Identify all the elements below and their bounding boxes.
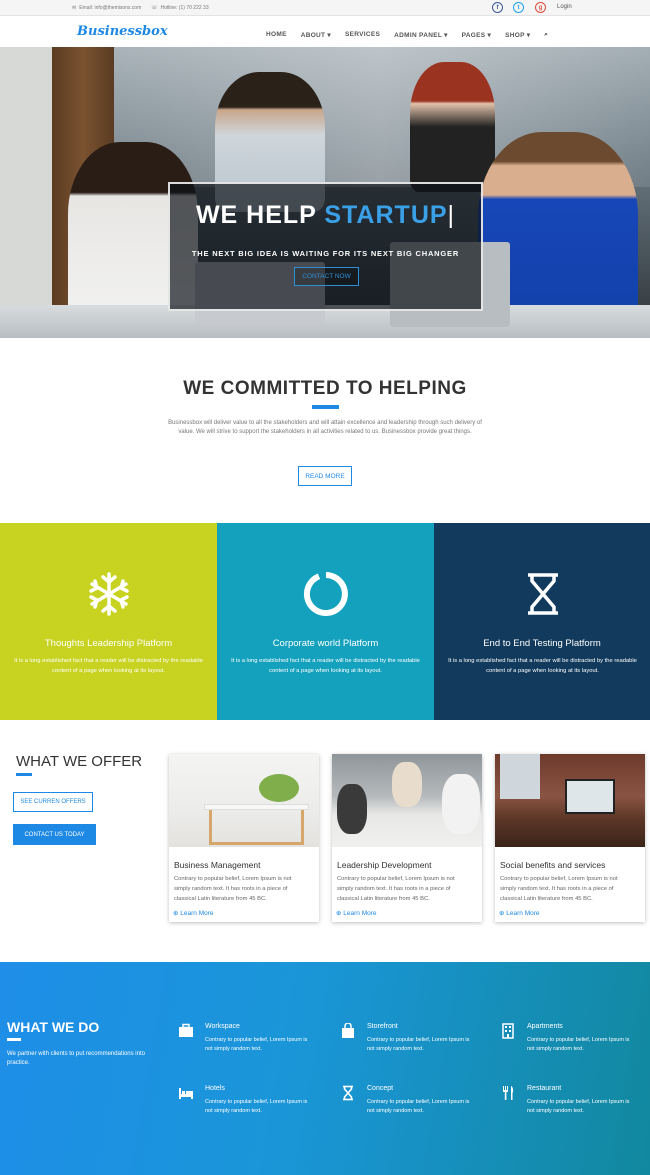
feature-text: It is a long established fact that a rea… bbox=[14, 658, 203, 674]
committed-section: WE COMMITTED TO HELPING Businessbox will… bbox=[0, 338, 650, 523]
shopping-bag-icon bbox=[342, 1023, 354, 1038]
menu: HOME ABOUT ▾ SERVICES ADMIN PANEL ▾ PAGE… bbox=[266, 31, 562, 39]
feature-card: Thoughts Leadership Platform It is a lon… bbox=[0, 523, 217, 720]
feature-title: Thoughts Leadership Platform bbox=[44, 638, 173, 649]
email-info: ✉ Email: info@themisons.com bbox=[72, 5, 142, 11]
phone-icon: ☏ bbox=[151, 5, 158, 11]
feature-card: Corporate world Platform It is a long es… bbox=[217, 523, 434, 720]
nav-item-about[interactable]: ABOUT ▾ bbox=[301, 31, 331, 39]
contact-us-button[interactable]: CONTACT US TODAY bbox=[13, 824, 96, 845]
hourglass-icon bbox=[528, 573, 558, 615]
service-title: Concept bbox=[367, 1085, 394, 1092]
service-text: Contrary to popular belief, Lorem Ipsum … bbox=[527, 1037, 630, 1052]
service-text: Contrary to popular belief, Lorem Ipsum … bbox=[367, 1099, 470, 1114]
snowflake-icon bbox=[89, 572, 129, 616]
section-title: WHAT WE DO bbox=[7, 1019, 100, 1035]
briefcase-icon bbox=[179, 1023, 193, 1037]
page: WWW.DOWNDEMO.COM WWW.DOWNDEMO.COM WWW.DO… bbox=[0, 0, 650, 1175]
building-icon bbox=[502, 1023, 514, 1039]
service-title: Hotels bbox=[205, 1085, 225, 1092]
cutlery-icon bbox=[503, 1086, 514, 1100]
search-icon[interactable]: ⌕ bbox=[544, 31, 548, 39]
learn-more-link[interactable]: ⊕ Learn More bbox=[336, 909, 377, 917]
circle-icon bbox=[303, 572, 348, 616]
card-image-person bbox=[392, 762, 422, 807]
card-image-person bbox=[337, 784, 367, 834]
service-title: Storefront bbox=[367, 1023, 398, 1030]
nav-item-services[interactable]: SERVICES bbox=[345, 31, 380, 39]
offer-card[interactable]: Business Management Contrary to popular … bbox=[169, 754, 319, 922]
service-title: Restaurant bbox=[527, 1085, 562, 1092]
hero-person bbox=[410, 62, 495, 192]
what-we-do-section: WHAT WE DO We partner with clients to pu… bbox=[0, 962, 650, 1175]
card-image bbox=[495, 754, 645, 847]
facebook-icon[interactable]: f bbox=[492, 2, 503, 13]
service-title: Workspace bbox=[205, 1023, 240, 1030]
offer-section: WHAT WE OFFER SEE CURREN OFFERS CONTACT … bbox=[0, 720, 650, 962]
see-offers-button[interactable]: SEE CURREN OFFERS bbox=[13, 792, 93, 812]
twitter-icon[interactable]: t bbox=[513, 2, 524, 13]
feature-card: End to End Testing Platform It is a long… bbox=[434, 523, 650, 720]
contact-info: ✉ Email: info@themisons.com ☏ Hotline: (1)… bbox=[72, 5, 209, 11]
service-text: Contrary to popular belief, Lorem Ipsum … bbox=[205, 1099, 308, 1114]
section-intro: We partner with clients to put recommend… bbox=[7, 1051, 145, 1066]
card-title: Leadership Development bbox=[337, 860, 432, 870]
card-title: Social benefits and services bbox=[500, 860, 606, 870]
feature-title: Corporate world Platform bbox=[272, 638, 379, 649]
top-bar: ✉ Email: info@themisons.com ☏ Hotline: (1)… bbox=[0, 0, 650, 16]
hero-background bbox=[0, 47, 52, 338]
read-more-button[interactable]: READ MORE bbox=[298, 466, 352, 486]
card-image-plant bbox=[259, 774, 299, 802]
service-text: Contrary to popular belief, Lorem Ipsum … bbox=[367, 1037, 470, 1052]
feature-text: It is a long established fact that a rea… bbox=[231, 658, 420, 674]
hero-subtitle: THE NEXT BIG IDEA IS WAITING FOR ITS NEX… bbox=[191, 249, 460, 258]
hero-caption: WE HELP STARTUP| THE NEXT BIG IDEA IS WA… bbox=[168, 182, 483, 311]
google-plus-icon[interactable]: g bbox=[535, 2, 546, 13]
learn-more-link[interactable]: ⊕ Learn More bbox=[499, 909, 540, 917]
feature-text: It is a long established fact that a rea… bbox=[448, 658, 637, 674]
offer-card[interactable]: Social benefits and services Contrary to… bbox=[495, 754, 645, 922]
logo[interactable]: Businessbox bbox=[77, 24, 168, 39]
card-image-monitor bbox=[565, 779, 615, 814]
service-title: Apartments bbox=[527, 1023, 563, 1030]
card-image bbox=[332, 754, 482, 847]
card-image-table bbox=[209, 810, 304, 845]
bed-icon bbox=[179, 1088, 193, 1099]
hourglass-icon bbox=[343, 1085, 353, 1101]
nav-item-pages[interactable]: PAGES ▾ bbox=[462, 31, 491, 39]
main-nav: Businessbox HOME ABOUT ▾ SERVICES ADMIN … bbox=[0, 16, 650, 47]
section-title: WE COMMITTED TO HELPING bbox=[183, 378, 467, 399]
envelope-icon: ✉ bbox=[72, 5, 77, 11]
feature-title: End to End Testing Platform bbox=[483, 638, 601, 649]
title-underline bbox=[7, 1038, 21, 1041]
nav-item-home[interactable]: HOME bbox=[266, 31, 287, 39]
service-text: Contrary to popular belief, Lorem Ipsum … bbox=[527, 1099, 630, 1114]
title-underline bbox=[16, 773, 32, 776]
card-image-person bbox=[442, 774, 480, 834]
nav-item-shop[interactable]: SHOP ▾ bbox=[505, 31, 530, 39]
offer-card[interactable]: Leadership Development Contrary to popul… bbox=[332, 754, 482, 922]
card-image-window bbox=[500, 754, 540, 799]
card-text: Contrary to popular belief, Lorem Ipsum … bbox=[337, 876, 455, 902]
section-text: Businessbox will deliver value to all th… bbox=[168, 420, 482, 435]
login-link[interactable]: Login bbox=[557, 4, 572, 10]
card-image bbox=[169, 754, 319, 847]
nav-item-admin-panel[interactable]: ADMIN PANEL ▾ bbox=[394, 31, 448, 39]
contact-now-button[interactable]: CONTACT NOW bbox=[294, 267, 359, 286]
card-text: Contrary to popular belief, Lorem Ipsum … bbox=[500, 876, 618, 902]
section-title: WHAT WE OFFER bbox=[16, 753, 143, 770]
card-text: Contrary to popular belief, Lorem Ipsum … bbox=[174, 876, 292, 902]
title-underline bbox=[312, 405, 339, 409]
card-title: Business Management bbox=[174, 860, 261, 870]
learn-more-link[interactable]: ⊕ Learn More bbox=[173, 909, 214, 917]
hero-banner: WE HELP STARTUP| THE NEXT BIG IDEA IS WA… bbox=[0, 47, 650, 338]
phone-info: ☏ Hotline: (1) 70 222 33 bbox=[151, 5, 209, 11]
hero-title: WE HELP STARTUP| bbox=[195, 201, 456, 229]
service-text: Contrary to popular belief, Lorem Ipsum … bbox=[205, 1037, 308, 1052]
